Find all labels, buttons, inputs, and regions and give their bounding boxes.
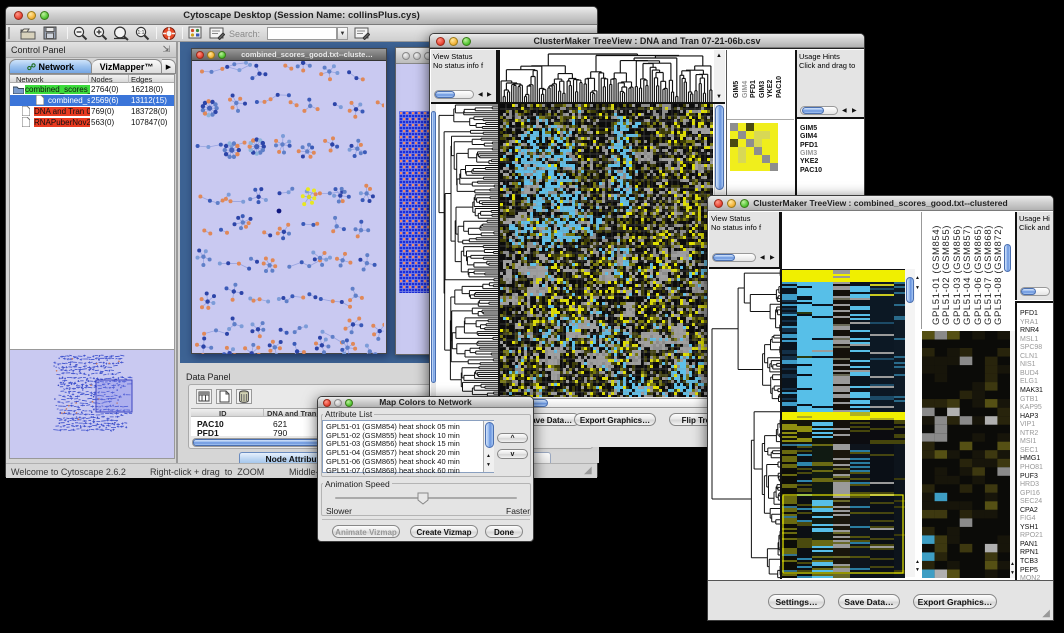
svg-text:1:1: 1:1 (138, 30, 145, 36)
